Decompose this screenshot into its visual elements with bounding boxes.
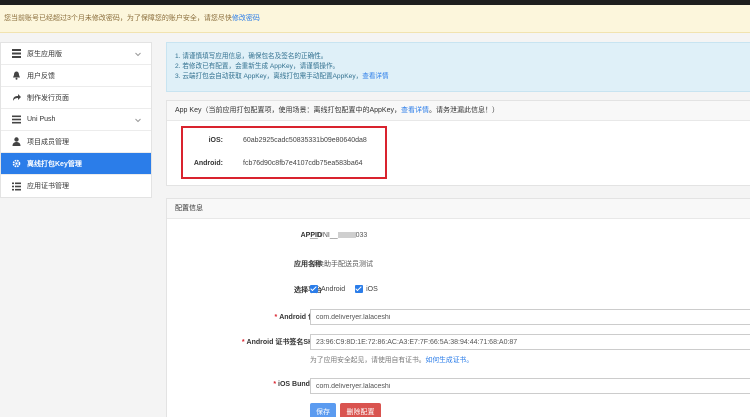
appkey-details-link[interactable]: 查看详情 [401, 107, 429, 114]
sidebar-item-native-app[interactable]: 原生应用版 [1, 43, 151, 65]
sidebar-item-label: 离线打包Key管理 [27, 160, 82, 168]
android-key-value: fcb76d90c8fb7e4107cdb75ea583ba64 [243, 160, 363, 167]
ios-bundle-input[interactable] [310, 378, 750, 394]
list-icon [11, 115, 21, 125]
sidebar-item-uni-push[interactable]: Uni Push [1, 109, 151, 131]
appid-value: __UNI__ 033 [310, 232, 368, 239]
view-details-link[interactable]: 查看详情 [362, 73, 388, 80]
platform-options: Android iOS [310, 285, 386, 293]
main-content: 1. 请谨慎填写应用信息，确保包名及签名的正确性。 2. 若修改已有配置，会重新… [166, 42, 750, 417]
password-notice: 您当前账号已经超过3个月未修改密码，为了保障您的账户安全，请您尽快修改密码 [0, 5, 750, 33]
gear-icon [11, 159, 21, 169]
list-icon [11, 181, 21, 191]
sidebar-item-release-page[interactable]: 制作发行页面 [1, 87, 151, 109]
info-alert: 1. 请谨慎填写应用信息，确保包名及签名的正确性。 2. 若修改已有配置，会重新… [166, 42, 750, 92]
appname-value: 外卖助手配送员测试 [310, 261, 373, 268]
sha1-input[interactable] [310, 334, 750, 350]
sidebar-item-members[interactable]: 项目成员管理 [1, 131, 151, 153]
appkey-panel: App Key（当前应用打包配置项，使用场景：离线打包配置中的AppKey，查看… [166, 100, 750, 186]
chevron-down-icon [135, 118, 141, 123]
save-button[interactable]: 保存 [310, 403, 336, 417]
appkey-highlight-box: iOS: 60ab2925cadc50835331b09e80640da8 An… [181, 126, 387, 179]
ios-key-value: 60ab2925cadc50835331b09e80640da8 [243, 137, 367, 144]
grid-icon [11, 49, 21, 59]
sidebar-item-label: 应用证书管理 [27, 183, 69, 190]
info-line: 2. 若修改已有配置，会重新生成 AppKey，请谨慎操作。 [175, 63, 340, 70]
info-line: 1. 请谨慎填写应用信息，确保包名及签名的正确性。 [175, 53, 328, 60]
info-line: 3. 云端打包会自动获取 AppKey，离线打包需手动配置AppKey，查看详情 [175, 73, 389, 80]
sidebar-item-label: Uni Push [27, 116, 56, 123]
config-panel: 配置信息 APPID __UNI__ 033 应用名称 外卖助手配送员测试 选择平… [166, 198, 750, 417]
ios-key-label: iOS: [208, 137, 223, 144]
sidebar: 原生应用版 用户反馈 制作发行页面 Uni Push 项目成员管理 离线打包Ke… [0, 42, 152, 198]
android-package-input[interactable] [310, 309, 750, 325]
ios-checkbox-label: iOS [366, 285, 378, 293]
sidebar-item-offline-key[interactable]: 离线打包Key管理 [1, 153, 151, 175]
masked-text [337, 232, 356, 239]
chevron-down-icon [135, 52, 141, 57]
sidebar-item-label: 用户反馈 [27, 72, 55, 80]
android-checkbox-label: Android [321, 285, 346, 293]
delete-config-button[interactable]: 删除配置 [340, 403, 381, 417]
share-icon [11, 93, 21, 103]
notice-text: 您当前账号已经超过3个月未修改密码，为了保障您的账户安全，请您尽快 [4, 15, 232, 22]
sidebar-item-label: 原生应用版 [27, 50, 62, 58]
appkey-panel-header: App Key（当前应用打包配置项，使用场景：离线打包配置中的AppKey，查看… [167, 101, 750, 121]
sidebar-item-label: 项目成员管理 [27, 138, 69, 146]
android-checkbox[interactable] [310, 285, 318, 293]
sidebar-item-feedback[interactable]: 用户反馈 [1, 65, 151, 87]
sha1-hint: 为了应用安全起见，请使用自有证书。如何生成证书。 [310, 357, 474, 364]
sidebar-item-certificates[interactable]: 应用证书管理 [1, 175, 151, 197]
change-password-link[interactable]: 修改密码 [232, 15, 260, 22]
bell-icon [11, 71, 21, 81]
config-panel-header: 配置信息 [167, 199, 750, 219]
user-icon [11, 137, 21, 147]
sidebar-item-label: 制作发行页面 [27, 94, 69, 102]
generate-cert-link[interactable]: 如何生成证书。 [426, 357, 474, 364]
ios-checkbox[interactable] [355, 285, 364, 293]
android-key-label: Android: [193, 160, 223, 167]
